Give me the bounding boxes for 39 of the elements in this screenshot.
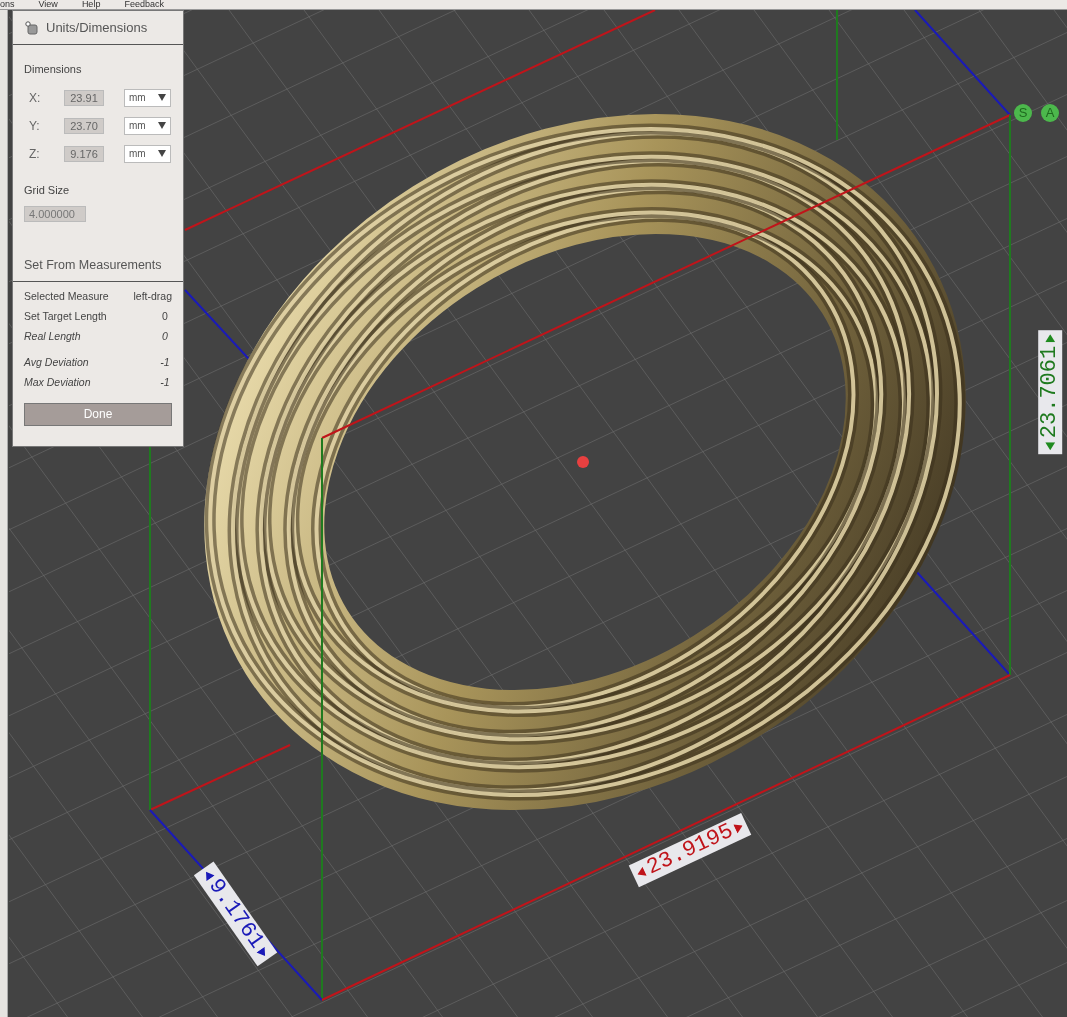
dimension-field[interactable]: 9.176: [64, 145, 104, 162]
dimension-field[interactable]: 23.70: [64, 117, 104, 134]
panel-icon: [25, 20, 38, 35]
row-value: -1: [159, 355, 171, 371]
menu-item[interactable]: Help: [81, 0, 101, 9]
view-toggle-button[interactable]: S: [1014, 104, 1032, 122]
arrowhead-icon: [1045, 333, 1056, 342]
dimension-field[interactable]: 23.91: [64, 89, 104, 106]
axis-label: Z:: [29, 145, 41, 163]
axis-label: Y:: [29, 117, 41, 135]
dropdown-caret-icon: [158, 150, 166, 157]
row-label: Selected Measure: [24, 289, 109, 305]
arrowhead-icon: [1045, 442, 1056, 451]
axis-label: X:: [29, 89, 42, 107]
row-label: Real Length: [24, 329, 81, 345]
menu-item[interactable]: View: [38, 0, 58, 9]
panel-title: Units/Dimensions: [46, 18, 148, 37]
row-value: -1: [159, 375, 171, 391]
section-label: Grid Size: [24, 182, 71, 198]
row-label: Max Deviation: [24, 375, 91, 391]
row-value: 0: [161, 329, 169, 345]
view-toggle-button[interactable]: A: [1041, 104, 1059, 122]
row-value: left-drag: [133, 289, 172, 305]
unit-dropdown[interactable]: mm: [124, 88, 171, 107]
unit-dropdown[interactable]: mm: [124, 116, 171, 135]
unit-dropdown[interactable]: mm: [124, 144, 171, 163]
row-label: Avg Deviation: [24, 355, 89, 371]
menu-item[interactable]: Feedback: [124, 0, 164, 9]
section-label: Dimensions: [24, 62, 83, 77]
pivot-point: [577, 456, 589, 468]
dimension-label[interactable]: 23.7061: [1038, 329, 1063, 455]
dropdown-caret-icon: [158, 122, 166, 129]
section-title: Set From Measurements: [24, 257, 163, 274]
row-label: Set Target Length: [24, 309, 107, 325]
row-value: 0: [161, 309, 169, 325]
menu-item[interactable]: ons: [0, 0, 15, 9]
grid-size-field[interactable]: 4.000000: [24, 206, 86, 222]
done-button[interactable]: Done: [24, 402, 172, 426]
dropdown-caret-icon: [158, 94, 166, 101]
